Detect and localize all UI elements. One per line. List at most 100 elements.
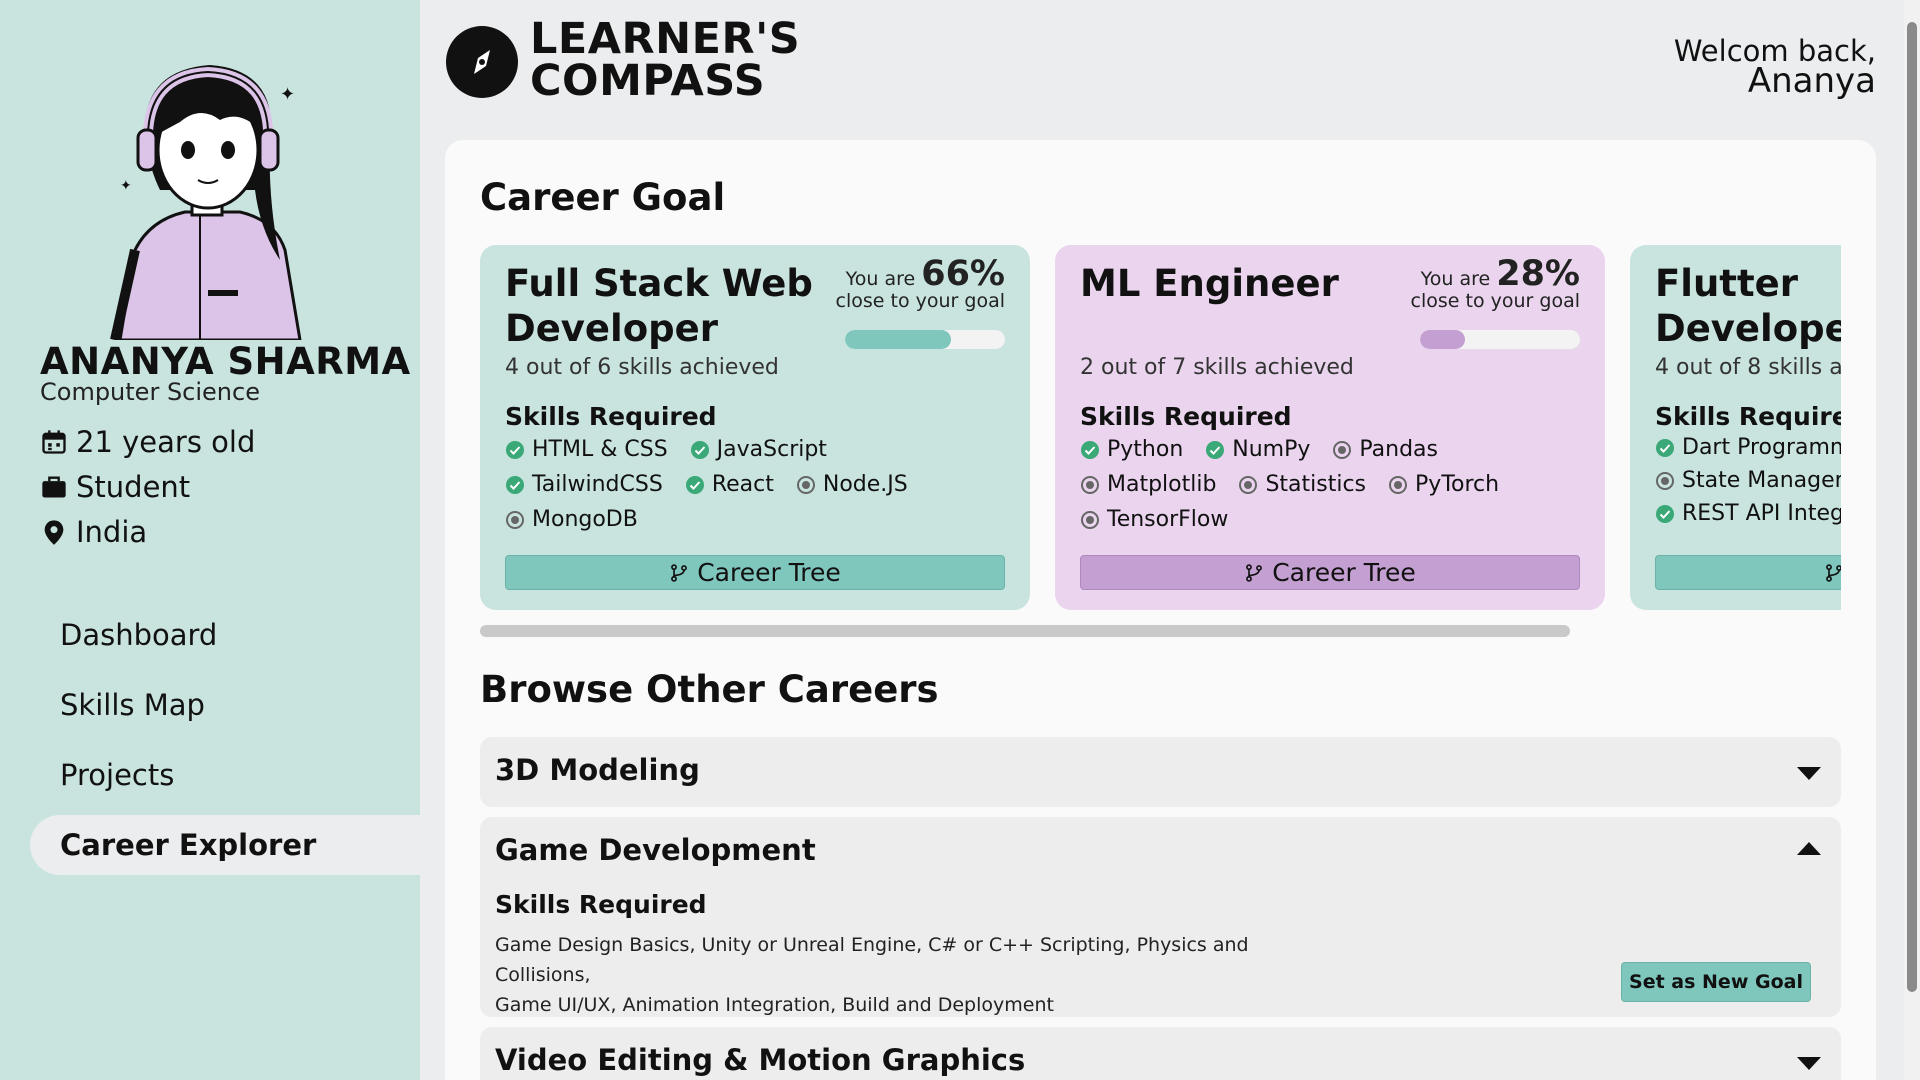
skill-name: REST API Integr bbox=[1682, 501, 1841, 526]
check-circle-icon bbox=[1081, 440, 1099, 459]
goal-card: Flutter Developer 4 out of 8 skills ac S… bbox=[1630, 245, 1841, 610]
logo-line-2: COMPASS bbox=[530, 56, 766, 106]
skills-heading: Skills Required bbox=[495, 890, 707, 919]
set-as-new-goal-button[interactable]: Set as New Goal bbox=[1621, 962, 1811, 1002]
skill-item: Dart Programm bbox=[1655, 435, 1841, 460]
skill-item: Statistics bbox=[1238, 472, 1366, 497]
career-tree-label: Career Tree bbox=[697, 558, 841, 587]
role-text: Student bbox=[76, 470, 191, 504]
goal-progress-bar bbox=[845, 330, 1005, 349]
skill-name: PyTorch bbox=[1415, 472, 1500, 497]
skill-item: Pandas bbox=[1332, 437, 1438, 462]
welcome-message: Welcom back, Ananya bbox=[1674, 36, 1876, 101]
goal-summary: 2 out of 7 skills achieved bbox=[1080, 355, 1354, 380]
skill-item: JavaScript bbox=[690, 437, 827, 462]
skill-item: REST API Integr bbox=[1655, 501, 1841, 526]
career-tree-button[interactable]: Career Tree bbox=[1080, 555, 1580, 590]
career-accordion-game-development[interactable]: Game Development Skills Required Game De… bbox=[480, 817, 1841, 1017]
skill-name: NumPy bbox=[1232, 437, 1311, 462]
career-tree-label: Career Tree bbox=[1272, 558, 1416, 587]
skill-name: Statistics bbox=[1265, 472, 1367, 497]
nav-item-projects[interactable]: Projects bbox=[30, 745, 420, 805]
location-row: India bbox=[40, 515, 147, 549]
career-tree-button[interactable] bbox=[1655, 555, 1841, 590]
location-pin-icon bbox=[44, 520, 64, 545]
chevron-down-icon[interactable] bbox=[1797, 767, 1821, 780]
carousel-scrollbar[interactable] bbox=[480, 625, 1570, 637]
goal-percent-suffix: close to your goal bbox=[1410, 290, 1580, 312]
check-circle-icon bbox=[1656, 438, 1674, 457]
goal-progress-bar bbox=[1420, 330, 1580, 349]
goal-percent-value: 28% bbox=[1496, 254, 1580, 294]
skill-item: Python bbox=[1080, 437, 1183, 462]
goal-percent: You are 66% close to your goal bbox=[835, 257, 1005, 313]
radio-dot-icon bbox=[1389, 475, 1408, 494]
role-row: Student bbox=[40, 470, 190, 504]
svg-text:✦: ✦ bbox=[280, 84, 295, 105]
radio-dot-icon bbox=[1656, 471, 1674, 490]
skill-name: Dart Programm bbox=[1682, 435, 1841, 460]
chevron-down-icon[interactable] bbox=[1797, 1057, 1821, 1070]
career-goal-carousel[interactable]: Full Stack Web Developer You are 66% clo… bbox=[480, 245, 1841, 610]
goal-title: ML Engineer bbox=[1080, 262, 1339, 305]
profile-department: Computer Science bbox=[40, 378, 260, 406]
skill-item: React bbox=[685, 472, 774, 497]
radio-dot-icon bbox=[506, 510, 524, 529]
nav-item-dashboard[interactable]: Dashboard bbox=[30, 605, 420, 665]
briefcase-icon bbox=[42, 476, 66, 498]
check-circle-icon bbox=[1656, 504, 1674, 523]
skill-item: HTML & CSS bbox=[505, 437, 668, 462]
avatar: ✦ ✦ bbox=[110, 65, 302, 340]
sidebar: ✦ ✦ ANANYA SHARMA Computer Science 21 ye… bbox=[0, 0, 420, 1080]
goal-progress-fill bbox=[845, 330, 951, 349]
skill-list: HTML & CSS JavaScript TailwindCSS React Node… bbox=[505, 437, 1005, 532]
welcome-user-name: Ananya bbox=[1747, 61, 1876, 101]
goal-summary: 4 out of 6 skills achieved bbox=[505, 355, 779, 380]
skill-name: Matplotlib bbox=[1107, 472, 1217, 497]
skill-item: TensorFlow bbox=[1080, 507, 1228, 532]
skill-item: PyTorch bbox=[1388, 472, 1499, 497]
skills-heading: Skills Required bbox=[1080, 402, 1292, 431]
skills-description: Game Design Basics, Unity or Unreal Engi… bbox=[495, 930, 1335, 1020]
skill-item: TailwindCSS bbox=[505, 472, 663, 497]
check-circle-icon bbox=[506, 475, 524, 494]
nav-item-skills-map[interactable]: Skills Map bbox=[30, 675, 420, 735]
goal-percent-prefix: You are bbox=[845, 268, 916, 290]
radio-dot-icon bbox=[1081, 475, 1099, 494]
git-branch-icon bbox=[1826, 563, 1841, 582]
calendar-icon bbox=[42, 430, 66, 454]
skill-item: Matplotlib bbox=[1080, 472, 1216, 497]
page-scrollbar[interactable] bbox=[1904, 0, 1920, 1080]
career-accordion-3d-modeling[interactable]: 3D Modeling bbox=[480, 737, 1841, 807]
skill-name: TailwindCSS bbox=[532, 472, 663, 497]
accordion-title: 3D Modeling bbox=[495, 753, 700, 787]
goal-title: Full Stack Web Developer bbox=[505, 262, 813, 350]
goal-summary: 4 out of 8 skills ac bbox=[1655, 355, 1841, 380]
skill-item: State Managem bbox=[1655, 468, 1841, 493]
career-goal-title: Career Goal bbox=[480, 176, 726, 219]
radio-dot-icon bbox=[796, 475, 815, 494]
skill-name: JavaScript bbox=[716, 437, 827, 462]
age-text: 21 years old bbox=[76, 425, 256, 459]
accordion-title: Video Editing & Motion Graphics bbox=[495, 1043, 1026, 1077]
goal-title: Flutter Developer bbox=[1655, 262, 1841, 350]
app-logo-text: LEARNER'S COMPASS bbox=[530, 18, 800, 106]
skill-item: MongoDB bbox=[505, 507, 638, 532]
goal-progress-fill bbox=[1420, 330, 1465, 349]
age-row: 21 years old bbox=[40, 425, 255, 459]
skill-name: TensorFlow bbox=[1107, 507, 1229, 532]
skill-item: Node.JS bbox=[796, 472, 908, 497]
skills-description-line-1: Game Design Basics, Unity or Unreal Engi… bbox=[495, 934, 1249, 986]
skill-name: Pandas bbox=[1359, 437, 1439, 462]
page-scrollbar-thumb[interactable] bbox=[1907, 22, 1917, 992]
goal-percent-suffix: close to your goal bbox=[835, 290, 1005, 312]
career-tree-button[interactable]: Career Tree bbox=[505, 555, 1005, 590]
git-branch-icon bbox=[1246, 563, 1263, 582]
nav-item-career-explorer[interactable]: Career Explorer bbox=[30, 815, 420, 875]
career-accordion-video-editing[interactable]: Video Editing & Motion Graphics bbox=[480, 1027, 1841, 1080]
career-explorer-panel: Career Goal Full Stack Web Developer You… bbox=[445, 140, 1876, 1080]
skill-name: HTML & CSS bbox=[532, 437, 668, 462]
chevron-up-icon[interactable] bbox=[1797, 842, 1821, 855]
compass-logo-icon bbox=[446, 26, 518, 98]
goal-card: ML Engineer You are 28% close to your go… bbox=[1055, 245, 1605, 610]
